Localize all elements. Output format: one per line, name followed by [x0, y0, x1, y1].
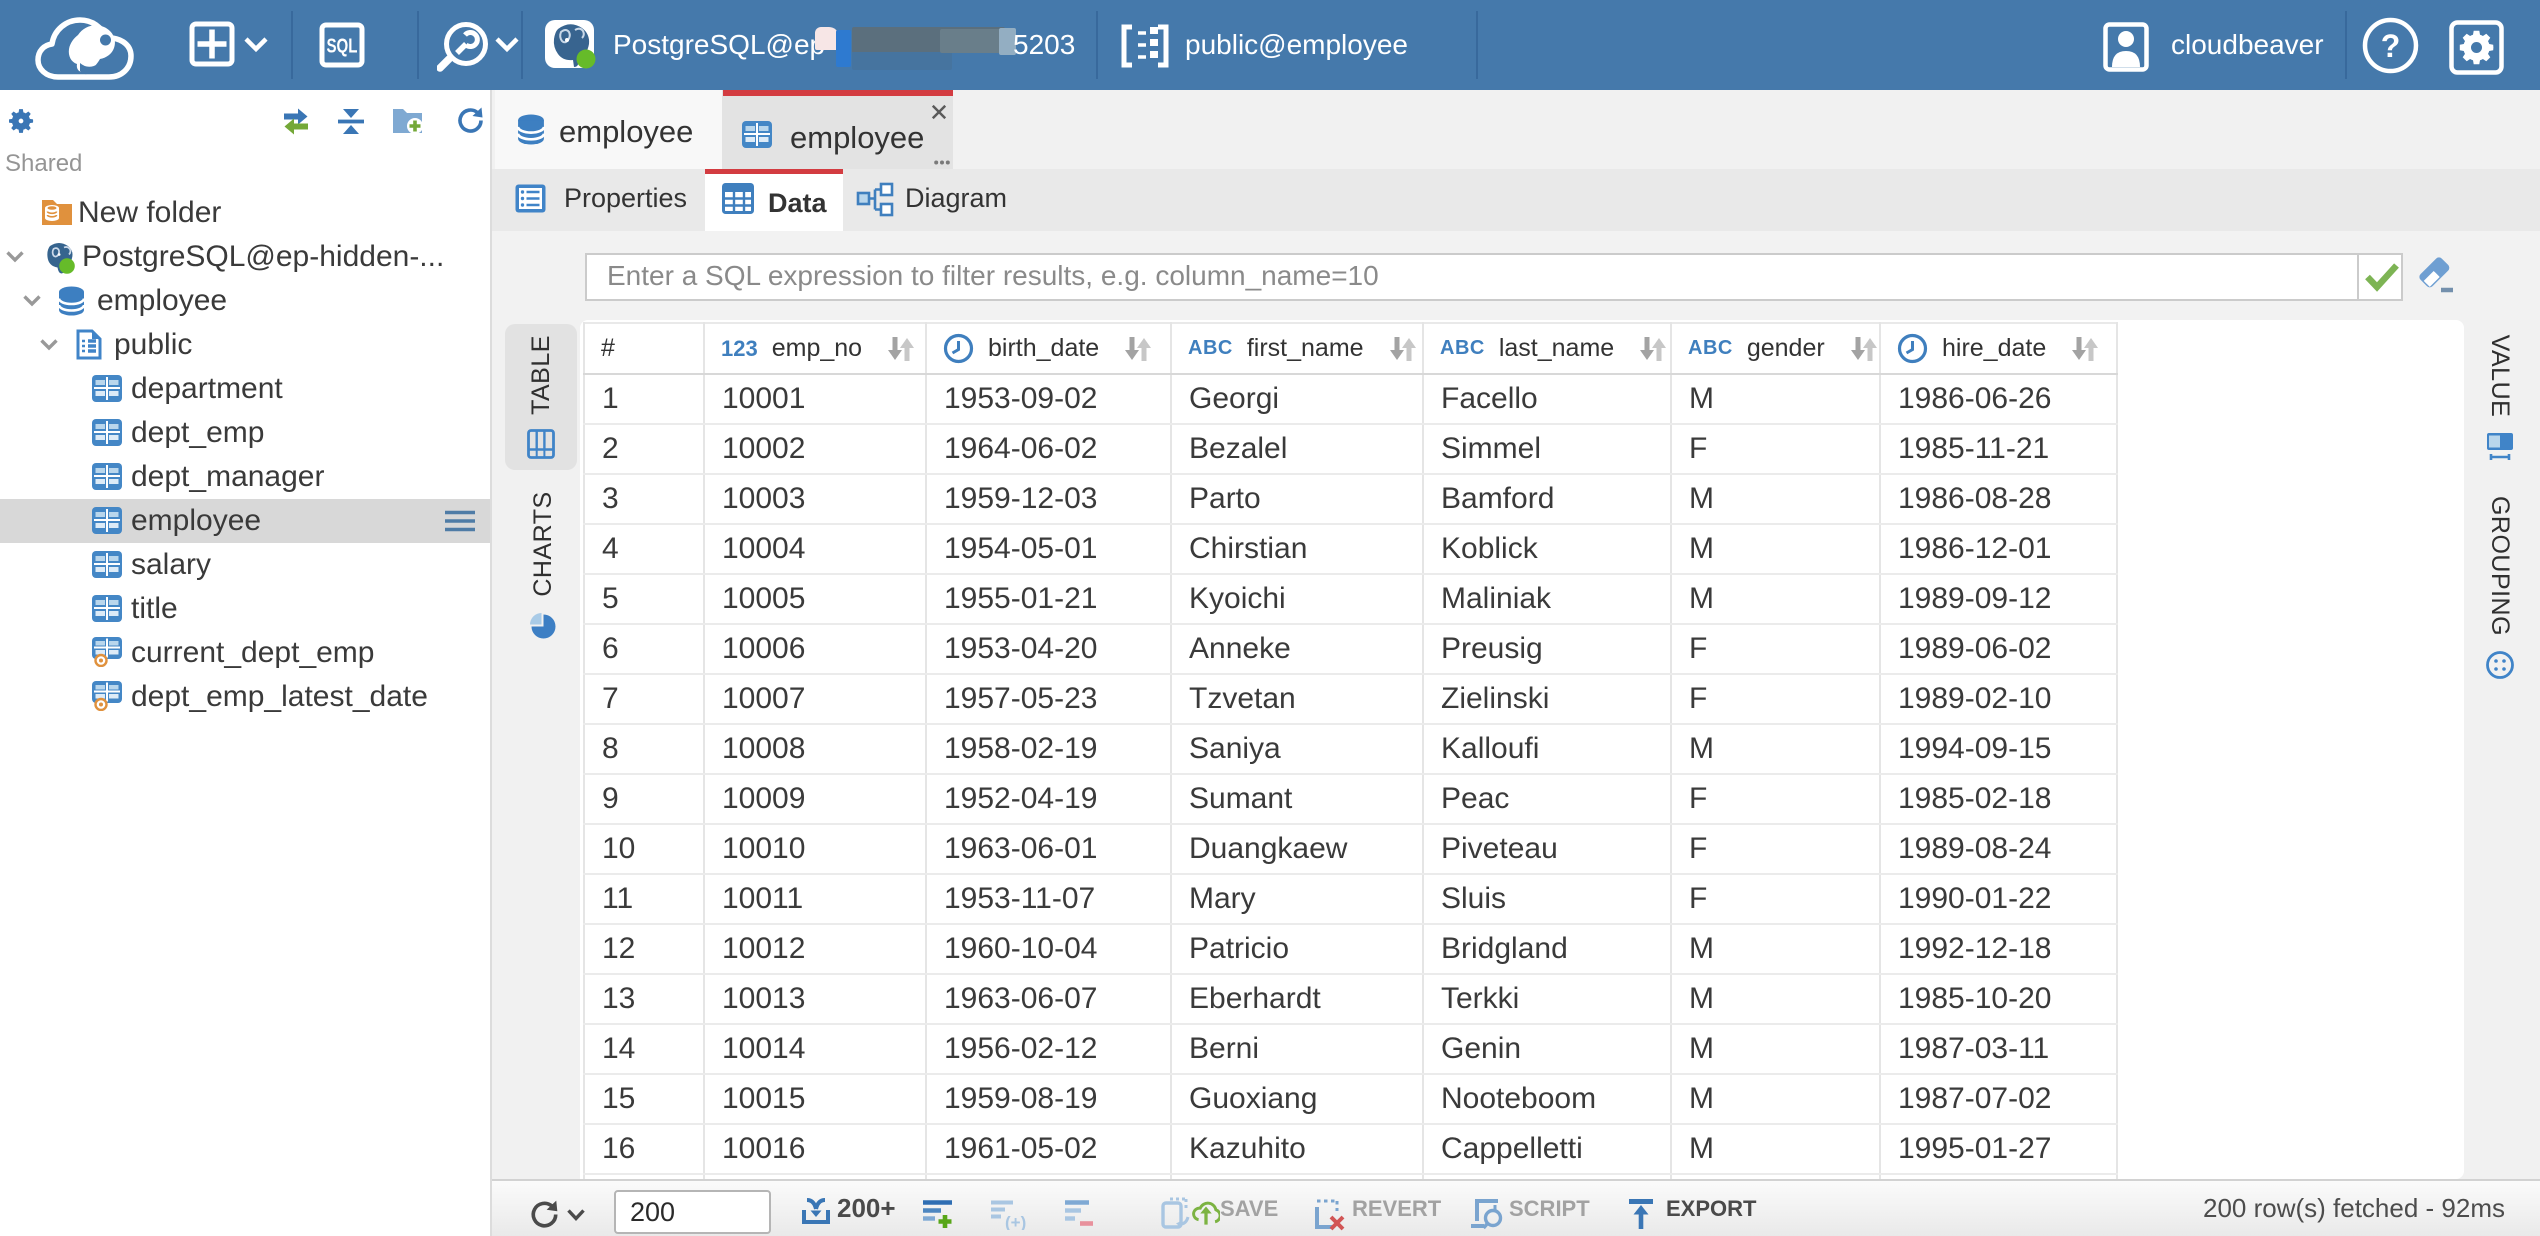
svg-text:?: ?	[2381, 28, 2401, 64]
svg-text:(+): (+)	[1005, 1213, 1026, 1230]
svg-text:SQL: SQL	[327, 36, 358, 58]
